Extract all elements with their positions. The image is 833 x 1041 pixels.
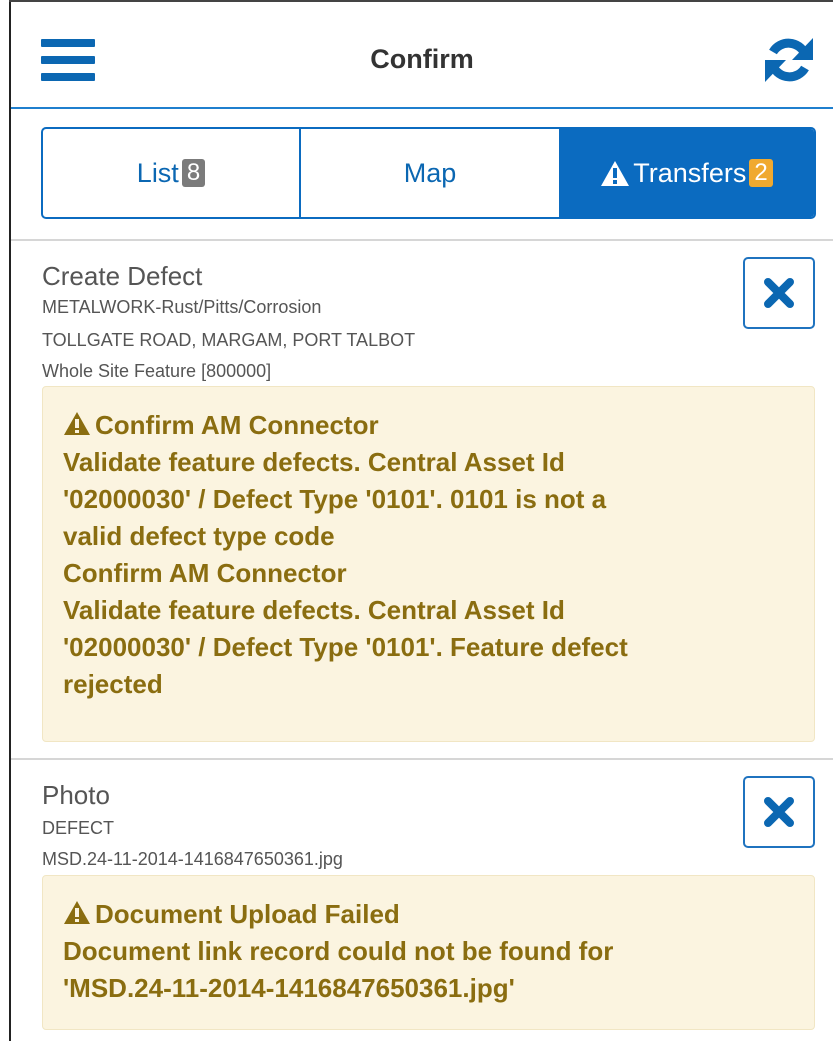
- item-detail-line: METALWORK-Rust/Pitts/Corrosion: [42, 297, 322, 317]
- error-alert: Confirm AM Connector Validate feature de…: [42, 386, 815, 742]
- close-icon: [764, 797, 794, 827]
- alert-text: Validate feature defects. Central Asset …: [63, 595, 565, 625]
- item-detail-line: TOLLGATE ROAD, MARGAM, PORT TALBOT: [42, 330, 416, 350]
- item-detail-line: MSD.24-11-2014-1416847650361.jpg: [42, 849, 343, 869]
- alert-text: 'MSD.24-11-2014-1416847650361.jpg': [63, 973, 515, 1003]
- item-title: Create Defect: [42, 261, 203, 291]
- list-item: Create Defect METALWORK-Rust/Pitts/Corro…: [11, 241, 833, 758]
- list-item: Photo DEFECT MSD.24-11-2014-141684765036…: [11, 760, 833, 1041]
- page-title: Confirm: [370, 44, 474, 74]
- transfers-count-badge: 2: [749, 159, 773, 187]
- item-detail-line: Whole Site Feature [800000]: [42, 361, 272, 381]
- tab-list-label: List: [136, 157, 179, 188]
- item-detail-line: DEFECT: [42, 818, 114, 838]
- tab-map-label: Map: [403, 157, 457, 188]
- refresh-icon[interactable]: [761, 32, 817, 88]
- remove-button[interactable]: [743, 257, 815, 329]
- error-alert: Document Upload Failed Document link rec…: [42, 875, 815, 1030]
- warning-icon: [601, 160, 630, 186]
- alert-text: Document link record could not be found …: [63, 936, 614, 966]
- remove-button[interactable]: [743, 776, 815, 848]
- app-header: Confirm: [11, 2, 833, 109]
- alert-text: '02000030' / Defect Type '0101'. Feature…: [63, 632, 628, 662]
- item-title: Photo: [42, 780, 110, 810]
- tab-list[interactable]: List 8: [43, 129, 301, 217]
- alert-heading: Confirm AM Connector: [63, 558, 347, 588]
- alert-text: rejected: [63, 669, 163, 699]
- alert-text: '02000030' / Defect Type '0101'. 0101 is…: [63, 484, 607, 514]
- tab-map[interactable]: Map: [301, 129, 559, 217]
- alert-heading: Confirm AM Connector: [95, 410, 379, 440]
- warning-icon: [64, 412, 90, 435]
- tab-transfers-label: Transfers: [633, 157, 747, 188]
- tab-transfers[interactable]: Transfers 2: [559, 129, 814, 217]
- alert-text: valid defect type code: [63, 521, 335, 551]
- list-count-badge: 8: [181, 159, 206, 187]
- alert-text: Validate feature defects. Central Asset …: [63, 447, 565, 477]
- view-tabs: List 8 Map Transfers 2: [41, 127, 816, 219]
- close-icon: [764, 278, 794, 308]
- alert-heading: Document Upload Failed: [95, 899, 400, 929]
- warning-icon: [64, 901, 90, 924]
